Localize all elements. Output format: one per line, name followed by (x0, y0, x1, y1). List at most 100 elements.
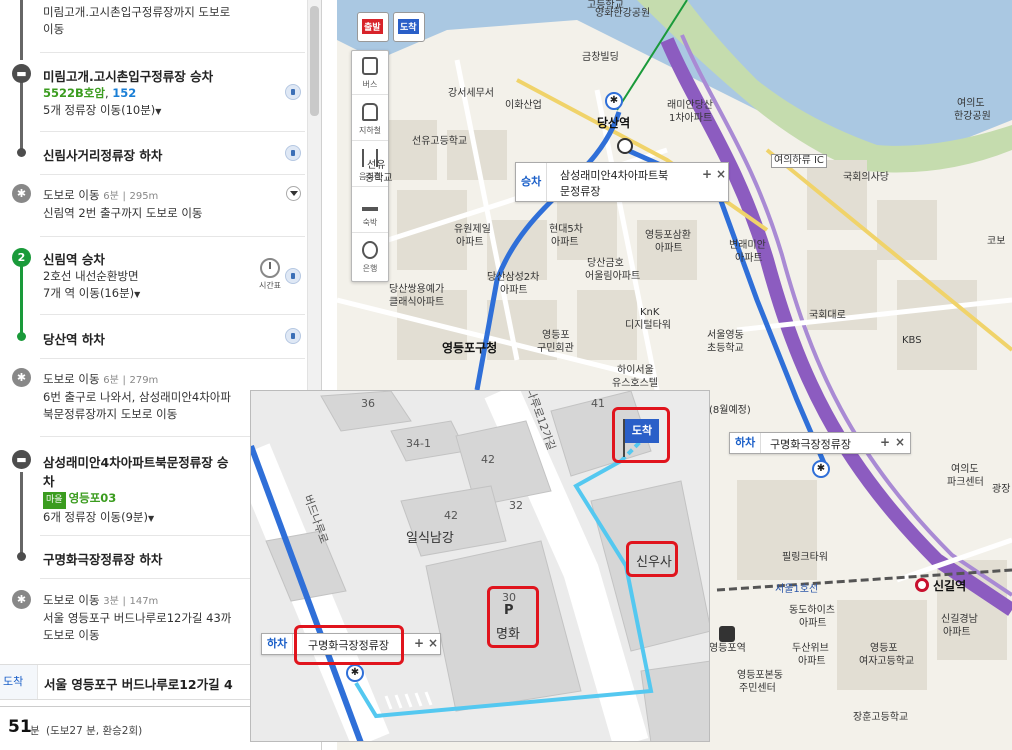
start-flag-button[interactable]: 출발 (357, 12, 389, 42)
walk-minutes: 6분 (103, 191, 119, 202)
expand-toggle-icon[interactable] (286, 186, 301, 201)
step-walk[interactable]: 도보로 이동 6분 | 295m 신림역 2번 출구까지 도보로 이동 (43, 187, 301, 222)
tool-subway[interactable]: 지하철 (352, 97, 388, 141)
walk-marker-icon: ✱ (346, 664, 364, 682)
tool-bus[interactable]: 버스 (352, 51, 388, 95)
map-label: 국회대로 (809, 310, 846, 321)
timetable-label: 시간표 (258, 281, 282, 290)
map-label: 아파트 (655, 243, 683, 254)
callout-name: 삼성래미안4차아파트북 (560, 169, 669, 182)
step-text: 이동 (43, 22, 65, 36)
map-label: 영등포구청 (442, 341, 498, 355)
map-label: 래미안당산 (667, 100, 713, 111)
timetable-button[interactable]: 시간표 (258, 258, 282, 296)
bus-number[interactable]: 5522B호암 (43, 86, 105, 100)
expand-arrow-icon[interactable]: ▼ (134, 290, 140, 299)
step-title: 도보로 이동 (43, 372, 100, 386)
tool-label: 숙박 (362, 218, 378, 227)
speaker-icon[interactable] (285, 268, 301, 284)
map-label: 영등포본동 (737, 670, 783, 681)
map-label: 선유 (367, 160, 386, 171)
divider (40, 52, 305, 53)
map-label: 당산삼성2차 (487, 272, 540, 283)
route-rail (20, 472, 23, 556)
map-label: 아파트 (798, 656, 826, 667)
map-label: 동도하이츠 (789, 605, 835, 616)
end-flag-button[interactable]: 도착 (393, 12, 425, 42)
map-label: 금창빌딩 (582, 52, 619, 63)
divider (40, 236, 305, 237)
close-icon[interactable]: × (716, 167, 726, 181)
map-label: 필링크타워 (782, 552, 828, 563)
tool-bank[interactable]: 은행 (352, 235, 388, 279)
map-label: 파크센터 (947, 477, 984, 488)
divider (40, 174, 305, 175)
bus-number[interactable]: 영등포03 (69, 491, 117, 505)
train-station-icon (719, 626, 735, 642)
map-label: KnK (640, 307, 660, 318)
bus-number[interactable]: 152 (112, 86, 136, 100)
map-label: 신길경남 (941, 614, 978, 625)
map-label: 현대5차 (549, 224, 583, 235)
arrival-address: 서울 영등포구 버드나루로12가길 4 (44, 677, 233, 692)
stop-dot (17, 552, 26, 561)
map-label: 초등학교 (707, 343, 744, 354)
callout-name: 문정류장 (560, 185, 601, 198)
map-label: 신길역 (933, 579, 967, 593)
map-label: 영등포역 (709, 643, 746, 654)
tool-lodging[interactable]: 숙박 (352, 189, 388, 233)
map-label: 하이서울 (617, 365, 654, 376)
subway-line-2-icon: 2 (12, 248, 31, 267)
alight-callout[interactable]: 하차 구명화극장정류장 + × (729, 432, 911, 454)
map-label: 당산역 (597, 116, 631, 130)
expand-arrow-icon[interactable]: ▼ (155, 107, 161, 116)
zoom-in-icon[interactable]: + (880, 435, 890, 449)
speaker-icon[interactable] (285, 84, 301, 100)
speaker-icon[interactable] (285, 328, 301, 344)
lot-number: 42 (481, 453, 495, 466)
tool-label: 지하철 (358, 126, 382, 135)
map-label: KBS (902, 335, 922, 346)
map-label: 유스호스텔 (612, 378, 658, 389)
zoom-in-icon[interactable]: + (414, 636, 424, 650)
step-bus-alight[interactable]: 신림사거리정류장 하차 (43, 145, 301, 164)
step-walk-start[interactable]: 미림고개.고시촌입구정류장까지 도보로 이동 (43, 4, 301, 38)
close-icon[interactable]: × (428, 636, 438, 650)
stop-count: 5개 정류장 이동(10분) (43, 103, 156, 117)
boarding-callout[interactable]: 승차 삼성래미안4차아파트북 문정류장 + × (515, 162, 729, 202)
bus-icon: ▬ (12, 64, 31, 83)
summary-detail: (도보27 분, 환승2회) (46, 725, 143, 737)
walk-distance: 279m (129, 375, 159, 386)
subway-rail (20, 266, 23, 336)
scrollbar-thumb[interactable] (310, 6, 319, 116)
divider (40, 314, 305, 315)
callout-kind: 승차 (516, 163, 548, 201)
callout-kind: 하차 (262, 634, 294, 654)
lot-number: 36 (361, 397, 375, 410)
step-subway-alight[interactable]: 당산역 하차 (43, 329, 301, 348)
map-label: (8월예정) (709, 405, 751, 416)
map-label: 아파트 (799, 618, 827, 629)
map-label: 클래식아파트 (389, 297, 445, 308)
expand-arrow-icon[interactable]: ▼ (148, 514, 154, 523)
route-rail (20, 82, 23, 152)
zoom-in-icon[interactable]: + (702, 167, 712, 181)
step-title: 도보로 이동 (43, 593, 100, 607)
map-label: 영등포삼환 (645, 230, 691, 241)
callout-kind: 하차 (730, 433, 762, 453)
stop-count: 7개 역 이동(16분) (43, 286, 135, 300)
step-bus-board[interactable]: 미림고개.고시촌입구정류장 승차 5522B호암, 152 5개 정류장 이동(… (43, 66, 301, 120)
close-icon[interactable]: × (895, 435, 905, 449)
tool-label: 은행 (362, 264, 378, 273)
place-label: 일식남강 (406, 531, 454, 546)
map-label: 강서세무서 (448, 88, 494, 99)
walk-distance: 295m (129, 191, 159, 202)
route-rail (20, 0, 23, 60)
map-label: 여자고등학교 (859, 656, 915, 667)
speaker-icon[interactable] (285, 145, 301, 161)
divider (40, 358, 305, 359)
map-label: 서울1호선 (775, 584, 819, 595)
clock-icon (260, 258, 280, 278)
total-unit: 분 (30, 725, 40, 737)
walk-distance: 147m (129, 596, 159, 607)
